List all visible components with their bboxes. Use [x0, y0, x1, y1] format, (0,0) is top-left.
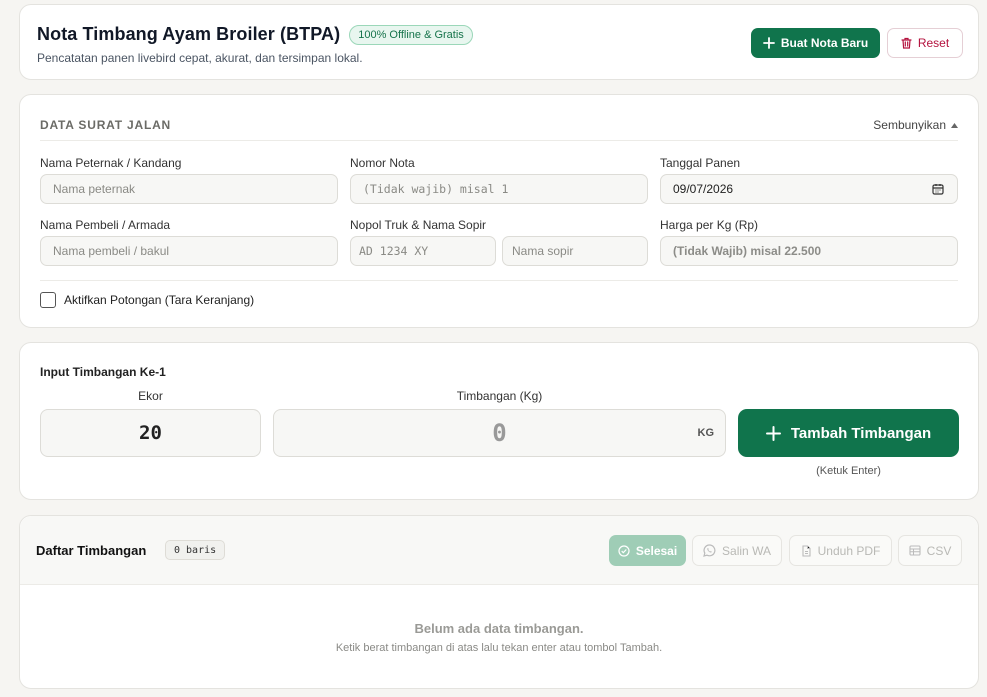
daftar-header: Daftar Timbangan 0 baris Selesai Salin W… — [20, 516, 978, 585]
page-subtitle: Pencatatan panen livebird cepat, akurat,… — [37, 51, 363, 65]
table-icon — [909, 545, 921, 556]
harga-input[interactable]: (Tidak Wajib) misal 22.500 — [660, 236, 958, 266]
kg-value: 0 — [492, 419, 507, 447]
plus-icon — [762, 37, 775, 49]
unduh-pdf-label: Unduh PDF — [817, 543, 881, 558]
header-card: Nota Timbang Ayam Broiler (BTPA) 100% Of… — [19, 4, 979, 80]
reset-label: Reset — [917, 36, 950, 50]
nopol-label: Nopol Truk & Nama Sopir — [350, 218, 487, 232]
salin-wa-button[interactable]: Salin WA — [692, 535, 782, 566]
surat-jalan-card: DATA SURAT JALAN Sembunyikan Nama Petern… — [19, 94, 979, 328]
reset-button[interactable]: Reset — [887, 28, 963, 58]
potongan-checkbox[interactable] — [40, 292, 56, 308]
file-icon — [802, 544, 811, 557]
toggle-section-link[interactable]: Sembunyikan — [873, 118, 958, 132]
kg-label: Timbangan (Kg) — [456, 389, 543, 403]
page-title: Nota Timbang Ayam Broiler (BTPA) — [37, 24, 341, 44]
ekor-label: Ekor — [138, 389, 163, 403]
section-title: DATA SURAT JALAN — [40, 118, 172, 132]
check-circle-icon — [618, 544, 630, 557]
whatsapp-icon — [703, 544, 716, 557]
new-nota-button[interactable]: Buat Nota Baru — [751, 28, 880, 58]
pembeli-input[interactable]: Nama pembeli / bakul — [40, 236, 338, 266]
empty-state-title: Belum ada data timbangan. — [414, 621, 584, 636]
divider — [40, 140, 958, 141]
selesai-button[interactable]: Selesai — [609, 535, 686, 566]
peternak-label: Nama Peternak / Kandang — [40, 156, 182, 170]
salin-wa-label: Salin WA — [722, 543, 771, 558]
unduh-pdf-button[interactable]: Unduh PDF — [789, 535, 892, 566]
plus-icon — [765, 425, 781, 441]
title-row: Nota Timbang Ayam Broiler (BTPA) 100% Of… — [37, 24, 473, 45]
potongan-toggle[interactable]: Aktifkan Potongan (Tara Keranjang) — [40, 292, 254, 308]
toggle-label: Sembunyikan — [873, 118, 946, 132]
csv-label: CSV — [926, 543, 952, 558]
sopir-input[interactable]: Nama sopir — [502, 236, 648, 266]
rows-count-badge: 0 baris — [165, 540, 226, 560]
trash-icon — [901, 37, 912, 49]
tanggal-value: 09/07/2026 — [673, 182, 734, 196]
tanggal-label: Tanggal Panen — [660, 156, 741, 170]
offline-badge: 100% Offline & Gratis — [349, 24, 473, 45]
harga-label: Harga per Kg (Rp) — [660, 218, 759, 232]
pembeli-label: Nama Pembeli / Armada — [40, 218, 171, 232]
nopol-input[interactable]: AD 1234 XY — [350, 236, 496, 266]
daftar-title: Daftar Timbangan — [36, 543, 147, 558]
nota-label: Nomor Nota — [350, 156, 415, 170]
calendar-icon[interactable] — [932, 183, 944, 195]
kg-input[interactable]: 0 KG — [273, 409, 726, 457]
ekor-input[interactable]: 20 — [40, 409, 261, 457]
kg-unit: KG — [697, 427, 715, 439]
selesai-label: Selesai — [635, 543, 678, 558]
peternak-input[interactable]: Nama peternak — [40, 174, 338, 204]
potongan-label: Aktifkan Potongan (Tara Keranjang) — [64, 293, 255, 307]
divider — [40, 280, 958, 281]
csv-button[interactable]: CSV — [898, 535, 962, 566]
input-timbangan-card: Input Timbangan Ke-1 Ekor Timbangan (Kg)… — [19, 342, 979, 500]
add-weight-label: Tambah Timbangan — [790, 424, 932, 442]
daftar-timbangan-card: Daftar Timbangan 0 baris Selesai Salin W… — [19, 515, 979, 689]
tanggal-input[interactable]: 09/07/2026 — [660, 174, 958, 204]
add-weight-button[interactable]: Tambah Timbangan — [738, 409, 959, 457]
enter-hint: (Ketuk Enter) — [816, 465, 881, 477]
input-title: Input Timbangan Ke-1 — [40, 365, 166, 379]
empty-state-subtitle: Ketik berat timbangan di atas lalu tekan… — [335, 642, 663, 654]
nota-input[interactable]: (Tidak wajib) misal 1 — [350, 174, 648, 204]
new-nota-label: Buat Nota Baru — [780, 36, 869, 50]
caret-up-icon — [951, 122, 958, 128]
